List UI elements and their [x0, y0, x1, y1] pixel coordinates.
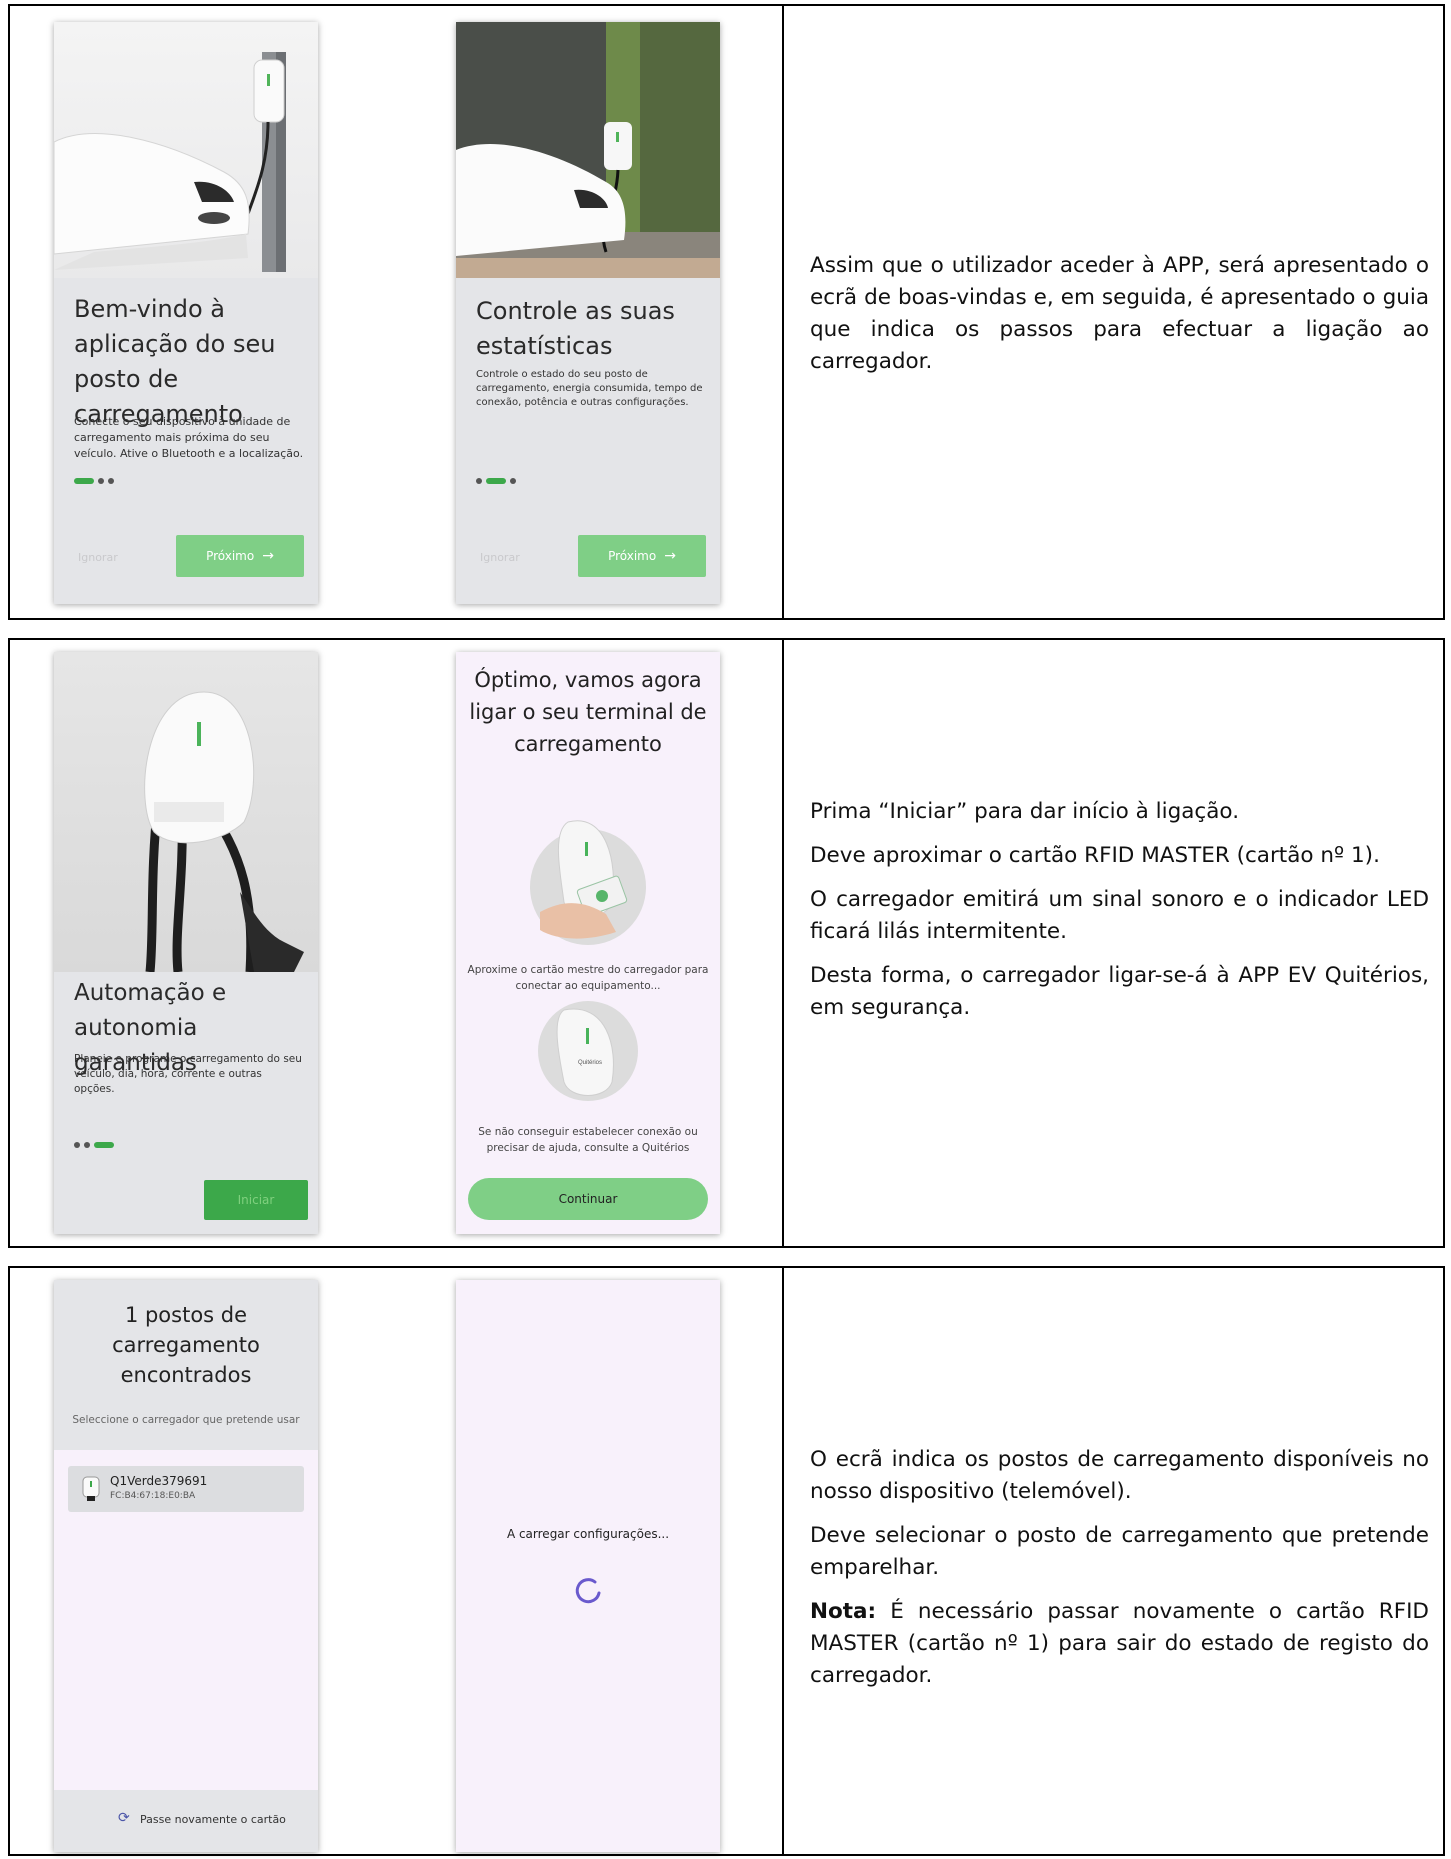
rescan-label: Passe novamente o cartão	[140, 1813, 286, 1826]
row-description: Prima “Iniciar” para dar início à ligaçã…	[810, 796, 1429, 1036]
table-row-select-charger: 1 postos de carregamento encontrados Sel…	[8, 1266, 1445, 1856]
arrow-right-icon: →	[664, 548, 676, 564]
pager-dot-active	[486, 478, 506, 484]
wallbox-photo	[54, 652, 318, 972]
welcome-body: Conecte o seu dispositivo à unidade de c…	[74, 415, 304, 460]
next-label: Próximo	[206, 549, 255, 563]
pager-dot	[84, 1142, 90, 1148]
wallbox-illustration	[144, 691, 304, 972]
automation-body: Planeie e programe o carregamento do seu…	[74, 1053, 302, 1095]
pager-dots	[74, 1142, 114, 1148]
loading-screen: A carregar configurações...	[456, 1280, 720, 1852]
charger-name: Q1Verde379691	[110, 1474, 208, 1488]
description-paragraph: Desta forma, o carregador ligar-se-á à A…	[810, 963, 1429, 1020]
continue-button[interactable]: Continuar	[468, 1178, 708, 1220]
description-paragraph: Deve aproximar o cartão RFID MASTER (car…	[810, 843, 1380, 868]
spinner-icon	[575, 1578, 601, 1604]
skip-button[interactable]: Ignorar	[480, 551, 520, 564]
statistics-screen: Controle as suas estatísticas Controle o…	[456, 22, 720, 604]
car-charging-photo	[54, 22, 318, 278]
pager-dot-active	[74, 478, 94, 484]
pager-dot	[108, 478, 114, 484]
welcome-title: Bem-vindo à aplicação do seu posto de ca…	[74, 295, 276, 428]
note-paragraph: Nota: É necessário passar novamente o ca…	[810, 1596, 1429, 1692]
note-text: É necessário passar novamente o cartão R…	[810, 1599, 1429, 1688]
description-paragraph: O ecrã indica os postos de carregamento …	[810, 1447, 1429, 1504]
pager-dot	[476, 478, 482, 484]
charger-icon	[82, 1476, 100, 1501]
loading-text: A carregar configurações...	[506, 1527, 670, 1541]
rescan-bar[interactable]: ⟳ Passe novamente o cartão	[54, 1790, 318, 1852]
row-description: Assim que o utilizador aceder à APP, ser…	[810, 250, 1429, 390]
description-paragraph: O carregador emitirá um sinal sonoro e o…	[810, 887, 1429, 944]
pager-dots	[74, 478, 114, 484]
column-divider	[782, 1268, 784, 1854]
found-header: 1 postos de carregamento encontrados Sel…	[54, 1280, 318, 1450]
arrow-right-icon: →	[262, 548, 274, 564]
pager-dots	[476, 478, 516, 484]
table-row-connect: Automação e autonomia garantidas Planeie…	[8, 638, 1445, 1248]
found-heading: 1 postos de carregamento encontrados	[112, 1303, 260, 1387]
description-paragraph: Prima “Iniciar” para dar início à ligaçã…	[810, 799, 1240, 824]
pager-dot	[510, 478, 516, 484]
column-divider	[782, 640, 784, 1246]
found-subtitle: Seleccione o carregador que pretende usa…	[72, 1414, 300, 1426]
skip-button[interactable]: Ignorar	[78, 551, 118, 564]
pager-dot	[98, 478, 104, 484]
chargers-found-screen: 1 postos de carregamento encontrados Sel…	[54, 1280, 318, 1852]
card-tap-illustration	[530, 820, 646, 945]
next-button[interactable]: Próximo →	[578, 535, 706, 577]
pager-dot-active	[94, 1142, 114, 1148]
charger-illustration: Quitérios	[538, 1001, 638, 1101]
automation-screen: Automação e autonomia garantidas Planeie…	[54, 652, 318, 1234]
statistics-body: Controle o estado do seu posto de carreg…	[476, 369, 703, 408]
charger-list-item[interactable]: Q1Verde379691 FC:B4:67:18:E0:BA	[68, 1466, 304, 1512]
pager-dot	[74, 1142, 80, 1148]
description-paragraph: Deve selecionar o posto de carregamento …	[810, 1523, 1429, 1580]
column-divider	[782, 6, 784, 618]
pairing-screen: Óptimo, vamos agora ligar o seu terminal…	[456, 652, 720, 1234]
garage-illustration	[456, 22, 720, 278]
brand-label: Quitérios	[578, 1060, 602, 1066]
next-label: Próximo	[608, 549, 657, 563]
note-label: Nota:	[810, 1599, 877, 1624]
statistics-title: Controle as suas estatísticas	[476, 297, 675, 360]
car-charger-illustration	[54, 52, 286, 272]
welcome-screen: Bem-vindo à aplicação do seu posto de ca…	[54, 22, 318, 604]
start-button[interactable]: Iniciar	[204, 1180, 308, 1220]
tap-card-text: Aproxime o cartão mestre do carregador p…	[467, 964, 709, 992]
next-button[interactable]: Próximo →	[176, 535, 304, 577]
garage-charging-photo	[456, 22, 720, 278]
pairing-heading: Óptimo, vamos agora ligar o seu terminal…	[469, 668, 707, 756]
refresh-icon: ⟳	[118, 1810, 130, 1826]
charger-mac: FC:B4:67:18:E0:BA	[110, 1491, 196, 1501]
help-text: Se não conseguir estabelecer conexão ou …	[478, 1126, 698, 1154]
row-description: O ecrã indica os postos de carregamento …	[810, 1444, 1429, 1704]
table-row-welcome: Bem-vindo à aplicação do seu posto de ca…	[8, 4, 1445, 620]
description-paragraph: Assim que o utilizador aceder à APP, ser…	[810, 253, 1429, 374]
